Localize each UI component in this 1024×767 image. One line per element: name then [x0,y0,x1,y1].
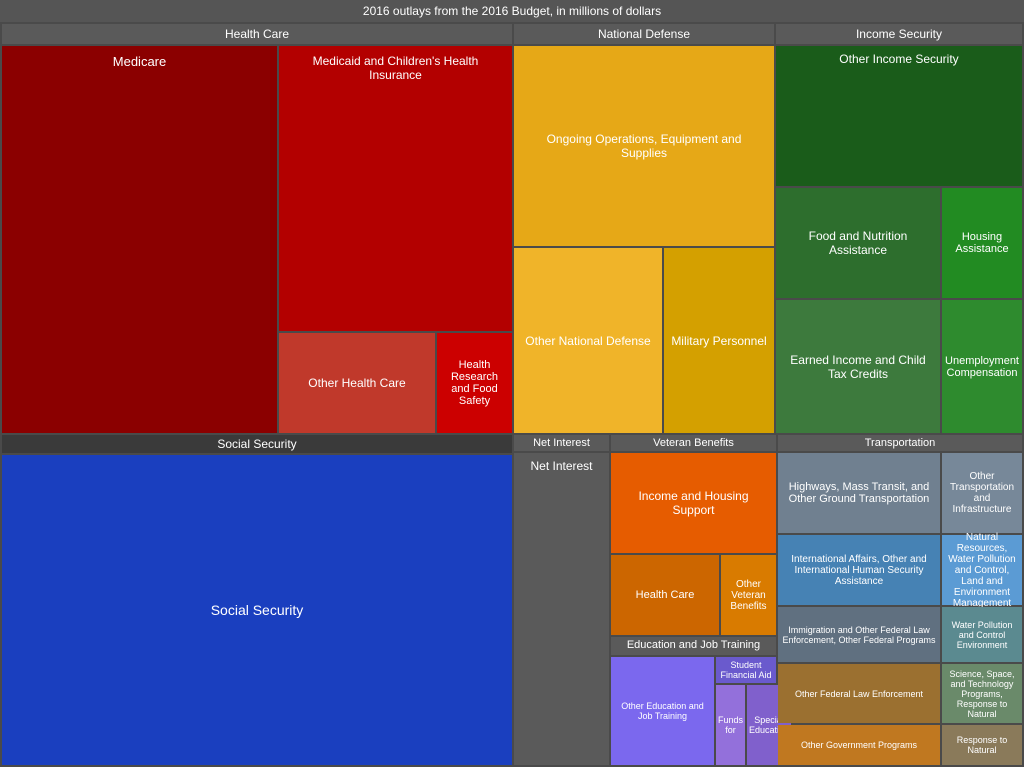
health-care-column: Health Care Medicare Medicaid and Childr… [2,24,512,433]
other-health-row: Other Health Care Health Research and Fo… [279,333,512,433]
social-security-header: Social Security [2,435,512,453]
income-security-header: Income Security [776,24,1022,44]
natural-resources-block: Natural Resources, Water Pollution and C… [942,535,1022,605]
veteran-benefits-header: Veteran Benefits [611,435,776,451]
other-education-block: Other Education and Job Training [611,657,714,765]
unemployment-comp-block: Unemployment Compensation [942,300,1022,433]
highways-mass-block: Highways, Mass Transit, and Other Ground… [778,453,940,533]
other-federal-block: Other Federal Law Enforcement [778,664,940,723]
immigration-row: Immigration and Other Federal Law Enforc… [778,607,1022,662]
national-defense-column: National Defense Ongoing Operations, Equ… [514,24,774,433]
other-veteran-block: Other Veteran Benefits [721,555,776,635]
transportation-header: Transportation [778,435,1022,451]
veteran-benefits-block: Income and Housing Support Health Care O… [611,453,776,765]
is-middle-row: Food and Nutrition Assistance Housing As… [776,188,1022,298]
health-research-block: Health Research and Food Safety [437,333,512,433]
ongoing-ops-block: Ongoing Operations, Equipment and Suppli… [514,46,774,246]
bottom-section: Social Security Social Security Net Inte… [2,435,1022,765]
net-interest-header: Net Interest [514,435,609,451]
vb-middle: Health Care Other Veteran Benefits [611,555,776,635]
science-space-block: Science, Space, and Technology Programs,… [942,664,1022,723]
earned-income-block: Earned Income and Child Tax Credits [776,300,940,433]
bottom-content: Net Interest Income and Housing Support … [514,453,1022,765]
other-transport-block: Other Transportation and Infrastructure [942,453,1022,533]
response-natural-block: Response to Natural [942,725,1022,765]
edu-bottom: Other Education and Job Training Student… [611,657,776,765]
social-security-block: Social Security Social Security [2,435,512,765]
national-defense-header: National Defense [514,24,774,44]
other-income-security-block: Other Income Security [776,46,1022,186]
funds-for-block: Funds for [716,685,745,765]
other-health-care-block: Other Health Care [279,333,435,433]
medicaid-block: Medicaid and Children's Health Insurance [279,46,512,331]
education-job-header: Education and Job Training [611,637,776,655]
immigration-block: Immigration and Other Federal Law Enforc… [778,607,940,662]
health-care-blocks: Medicare Medicaid and Children's Health … [2,46,512,433]
food-nutrition-block: Food and Nutrition Assistance [776,188,940,298]
health-care-vb-block: Health Care [611,555,719,635]
net-interest-main: Net Interest [514,453,609,765]
other-gov-block: Other Government Programs [778,725,940,765]
top-section: Health Care Medicare Medicaid and Childr… [2,24,1022,433]
highways-block: Highways, Mass Transit, and Other Ground… [778,453,1022,533]
chart-container: 2016 outlays from the 2016 Budget, in mi… [0,0,1024,767]
is-bottom-row: Earned Income and Child Tax Credits Unem… [776,300,1022,433]
medicare-block: Medicare [2,46,277,433]
gov-programs-row: Other Government Programs Response to Na… [778,725,1022,765]
bottom-headers: Net Interest Veteran Benefits Transporta… [514,435,1022,451]
right-bottom: Net Interest Veteran Benefits Transporta… [514,435,1022,765]
intl-natural-row: International Affairs, Other and Interna… [778,535,1022,605]
income-housing-block: Income and Housing Support [611,453,776,553]
bottom-misc-row: Other Federal Law Enforcement Science, S… [778,664,1022,723]
social-security-main: Social Security [2,455,512,765]
other-nd-block: Other National Defense [514,248,662,433]
income-security-column: Income Security Other Income Security Fo… [776,24,1022,433]
edu-sub: Student Financial Aid Funds for Special … [716,657,776,765]
student-financial-block: Student Financial Aid [716,657,776,683]
transportation-block: Highways, Mass Transit, and Other Ground… [778,453,1022,765]
health-care-header: Health Care [2,24,512,44]
treemap: Health Care Medicare Medicaid and Childr… [0,22,1024,767]
medicaid-column: Medicaid and Children's Health Insurance… [279,46,512,433]
intl-affairs-block: International Affairs, Other and Interna… [778,535,940,605]
nd-bottom: Other National Defense Military Personne… [514,248,774,433]
chart-title: 2016 outlays from the 2016 Budget, in mi… [0,0,1024,22]
water-pollution-block: Water Pollution and Control Environment [942,607,1022,662]
net-interest-block: Net Interest [514,453,609,765]
housing-assistance-block: Housing Assistance [942,188,1022,298]
military-personnel-block: Military Personnel [664,248,774,433]
